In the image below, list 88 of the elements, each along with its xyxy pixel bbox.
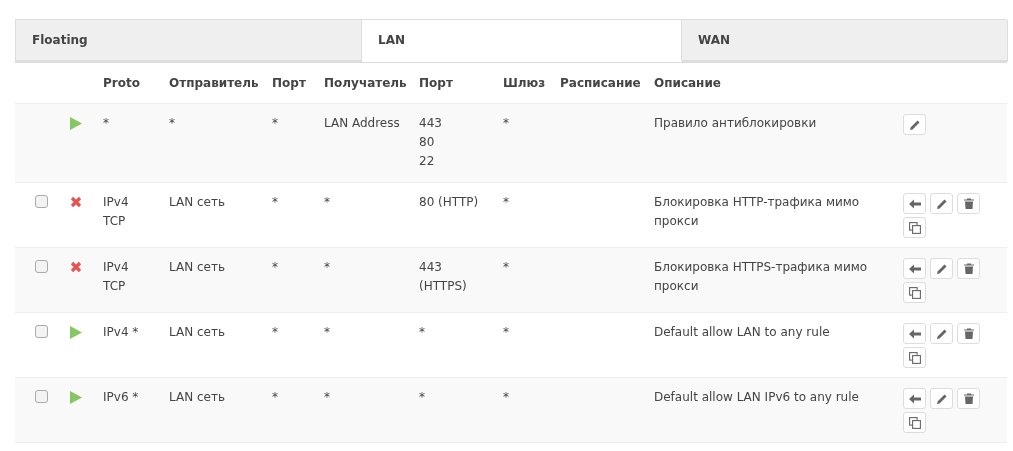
pencil-icon [908,118,921,131]
move-button[interactable] [903,193,926,214]
delete-button[interactable] [957,193,980,214]
tab[interactable]: Floating [16,20,362,62]
destination-text: * [324,194,330,211]
gateway-text: * [503,115,509,132]
gateway-text: * [503,194,509,211]
arrow-left-icon [908,393,921,404]
column-header: Порт [272,75,306,92]
description-text: Блокировка HTTPS-трафика мимо прокси [654,260,868,293]
pencil-icon [935,392,948,405]
column-header: Получатель [324,75,407,92]
port-text: (HTTPS) [419,278,467,295]
source-text: LAN сеть [169,389,225,406]
copy-button[interactable] [903,217,926,238]
pencil-icon [935,327,948,340]
copy-icon [908,351,921,364]
delete-button[interactable] [957,388,980,409]
trash-icon [963,328,974,339]
edit-button[interactable] [903,114,926,135]
port-text: 22 [419,153,435,170]
column-header: Описание [654,75,721,92]
destination-text: LAN Address [324,115,400,132]
pencil-icon [935,262,948,275]
destination-text: * [324,259,330,276]
row-checkbox[interactable] [35,195,48,208]
copy-icon [908,416,921,429]
column-header: Порт [419,75,453,92]
source-text: LAN сеть [169,194,225,211]
move-button[interactable] [903,258,926,279]
port-text: * [272,194,278,211]
column-header: Proto [103,75,140,92]
pencil-icon [935,197,948,210]
description-text: Default allow LAN IPv6 to any rule [654,390,859,404]
port-text: * [272,115,278,132]
gateway-text: * [503,259,509,276]
arrow-left-icon [908,328,921,339]
proto-text: IPv4 [103,194,129,211]
arrow-left-icon [908,198,921,209]
proto-text: * [103,115,109,132]
move-button[interactable] [903,323,926,344]
row-checkbox[interactable] [35,390,48,403]
row-checkbox[interactable] [35,260,48,273]
edit-button[interactable] [930,388,953,409]
description-text: Блокировка HTTP-трафика мимо прокси [654,195,860,228]
source-text: LAN сеть [169,259,225,276]
trash-icon [963,198,974,209]
arrow-left-icon [908,263,921,274]
gateway-text: * [503,324,509,341]
edit-button[interactable] [930,258,953,279]
trash-icon [963,393,974,404]
copy-icon [908,286,921,299]
delete-button[interactable] [957,258,980,279]
port-text: 80 [419,134,435,151]
description-text: Правило антиблокировки [654,116,817,130]
row-checkbox[interactable] [35,325,48,338]
column-header: Расписание [560,75,641,92]
column-header: Отправитель [169,75,259,92]
proto-text: IPv4 * [103,324,139,341]
destination-text: * [324,324,330,341]
gateway-text: * [503,389,509,406]
port-text: * [272,389,278,406]
tab[interactable]: WAN [682,20,1008,62]
copy-button[interactable] [903,347,926,368]
destination-text: * [324,389,330,406]
edit-button[interactable] [930,193,953,214]
port-text: * [272,324,278,341]
proto-text: TCP [103,278,126,295]
move-button[interactable] [903,388,926,409]
description-text: Default allow LAN to any rule [654,325,830,339]
trash-icon [963,263,974,274]
edit-button[interactable] [930,323,953,344]
source-text: * [169,115,175,132]
port-text: * [419,389,425,406]
port-text: * [419,324,425,341]
column-header: Шлюз [503,75,546,92]
copy-icon [908,221,921,234]
port-text: * [272,259,278,276]
copy-button[interactable] [903,282,926,303]
delete-button[interactable] [957,323,980,344]
copy-button[interactable] [903,412,926,433]
proto-text: IPv6 * [103,389,139,406]
port-text: 443 [419,115,442,132]
port-text: 443 [419,259,442,276]
proto-text: IPv4 [103,259,129,276]
source-text: LAN сеть [169,324,225,341]
proto-text: TCP [103,213,126,230]
port-text: 80 (HTTP) [419,194,479,211]
